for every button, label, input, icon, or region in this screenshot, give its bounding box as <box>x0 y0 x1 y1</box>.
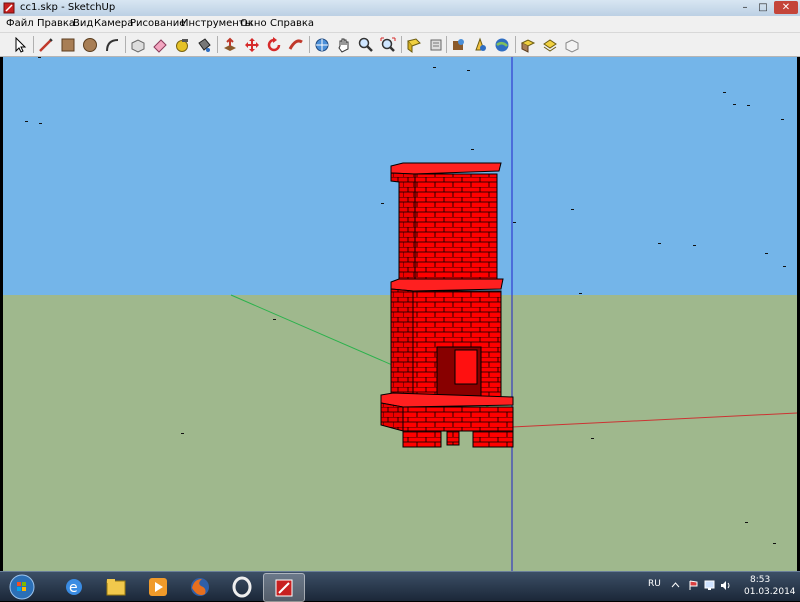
svg-text:e: e <box>69 580 78 596</box>
close-button[interactable]: ✕ <box>774 1 798 14</box>
toolbar-separator <box>446 36 447 53</box>
clock-time[interactable]: 8:53 <box>750 575 770 585</box>
move-icon[interactable] <box>242 35 262 54</box>
firebox-back <box>454 349 478 385</box>
toggle-terrain-icon[interactable] <box>492 35 512 54</box>
explorer-icon[interactable] <box>96 573 136 600</box>
share-model-icon[interactable] <box>448 35 468 54</box>
menu-camera[interactable]: Камера <box>94 17 133 31</box>
tray-up-arrow-icon[interactable] <box>670 580 681 591</box>
toolbar-separator <box>401 36 402 53</box>
get-models-icon[interactable] <box>426 35 446 54</box>
arc-icon[interactable] <box>102 35 122 54</box>
drawing-viewport[interactable] <box>3 57 797 571</box>
toolbar-separator <box>309 36 310 53</box>
menu-file[interactable]: Файл <box>6 17 34 31</box>
stove-side <box>390 288 414 404</box>
maximize-button[interactable]: □ <box>756 1 770 14</box>
3d-warehouse-icon[interactable] <box>404 35 424 54</box>
menu-view[interactable]: Вид <box>73 17 93 31</box>
eraser-icon[interactable] <box>150 35 170 54</box>
toolbar-separator <box>125 36 126 53</box>
follow-me-icon[interactable] <box>286 35 306 54</box>
opera-icon[interactable] <box>222 573 262 600</box>
action-center-flag-icon[interactable] <box>688 580 699 591</box>
layers-icon[interactable] <box>540 35 560 54</box>
tape-measure-icon[interactable] <box>172 35 192 54</box>
photo-textures-icon[interactable] <box>518 35 538 54</box>
language-indicator[interactable]: RU <box>648 579 661 589</box>
menu-edit[interactable]: Правка <box>37 17 75 31</box>
network-icon[interactable] <box>704 580 715 591</box>
line-icon[interactable] <box>36 35 56 54</box>
push-pull-icon[interactable] <box>220 35 240 54</box>
toolbar-separator <box>217 36 218 53</box>
scene-canvas[interactable] <box>3 57 797 571</box>
preview-google-earth-icon[interactable] <box>470 35 490 54</box>
zoom-extents-icon[interactable] <box>378 35 398 54</box>
toolbar-separator <box>33 36 34 53</box>
toolbar <box>0 33 800 57</box>
rotate-icon[interactable] <box>264 35 284 54</box>
ie-icon[interactable]: e <box>54 573 94 600</box>
toolbar-separator <box>515 36 516 53</box>
base-leg-mid <box>446 430 460 446</box>
menu-draw[interactable]: Рисование <box>130 17 185 31</box>
component-icon[interactable] <box>562 35 582 54</box>
window-title: cc1.skp - SketchUp <box>20 2 116 13</box>
circle-icon[interactable] <box>80 35 100 54</box>
stove-top-ledge <box>390 278 504 292</box>
orbit-icon[interactable] <box>312 35 332 54</box>
menu-help[interactable]: Справка <box>270 17 314 31</box>
clock-date[interactable]: 01.03.2014 <box>744 587 796 597</box>
paint-bucket-icon[interactable] <box>194 35 214 54</box>
chimney-front <box>414 173 498 283</box>
taskbar: e RU 8:53 01.03.2014 <box>0 571 800 602</box>
make-component-icon[interactable] <box>128 35 148 54</box>
menu-bar: Файл Правка Вид Камера Рисование Инструм… <box>0 16 800 33</box>
pan-icon[interactable] <box>334 35 354 54</box>
sketchup-app-icon <box>3 2 15 14</box>
volume-icon[interactable] <box>720 580 731 591</box>
sketchup-icon[interactable] <box>263 573 305 602</box>
menu-window[interactable]: Окно <box>240 17 267 31</box>
title-bar: cc1.skp - SketchUp – □ ✕ <box>0 0 800 17</box>
rectangle-icon[interactable] <box>58 35 78 54</box>
base-leg-left <box>402 430 442 448</box>
select-icon[interactable] <box>10 35 30 54</box>
minimize-button[interactable]: – <box>738 1 752 14</box>
start-orb-icon[interactable] <box>2 573 42 600</box>
base-leg-right <box>472 430 514 448</box>
zoom-icon[interactable] <box>356 35 376 54</box>
base-front <box>402 406 514 432</box>
firefox-icon[interactable] <box>180 573 220 600</box>
media-player-icon[interactable] <box>138 573 178 600</box>
